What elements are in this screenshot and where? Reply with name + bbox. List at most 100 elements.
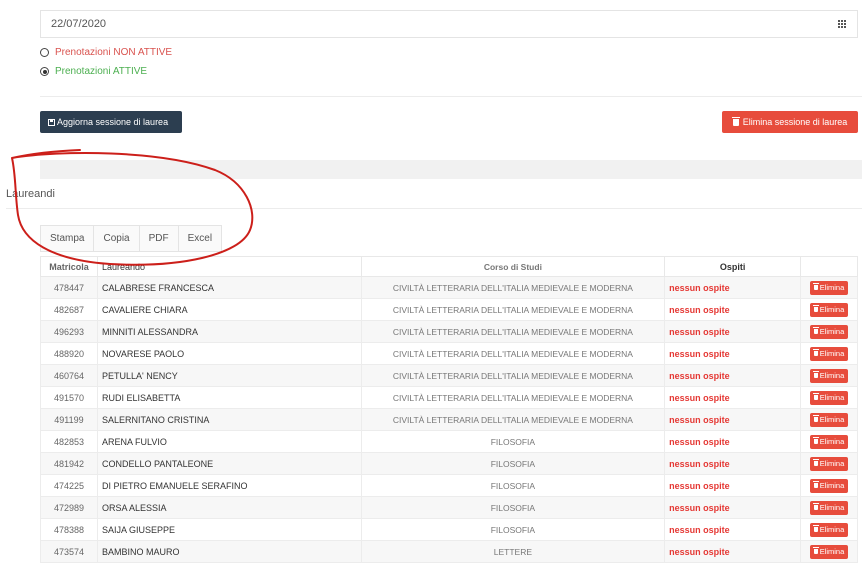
cell-ospiti[interactable]: nessun ospite xyxy=(664,474,801,497)
cell-corso: CIVILTÀ LETTERARIA DELL'ITALIA MEDIEVALE… xyxy=(360,298,666,321)
session-date-input[interactable]: 22/07/2020 xyxy=(40,10,858,38)
export-pdf-button[interactable]: PDF xyxy=(140,226,179,251)
delete-row-button[interactable]: Elimina xyxy=(809,412,849,427)
delete-row-label: Elimina xyxy=(819,305,845,314)
radio-inactive[interactable] xyxy=(40,48,49,57)
cell-actions: Elimina xyxy=(799,276,859,299)
table-header-row: Matricola Laureando Corso di Studi Ospit… xyxy=(40,256,859,277)
cell-corso: CIVILTÀ LETTERARIA DELL'ITALIA MEDIEVALE… xyxy=(360,276,666,299)
cell-ospiti[interactable]: nessun ospite xyxy=(664,540,801,563)
trash-icon xyxy=(812,327,819,334)
calendar-grid-icon[interactable] xyxy=(838,20,847,29)
delete-row-label: Elimina xyxy=(819,437,845,446)
trash-icon xyxy=(812,371,819,378)
delete-row-label: Elimina xyxy=(819,415,845,424)
cell-ospiti[interactable]: nessun ospite xyxy=(664,496,801,519)
header-matricola[interactable]: Matricola xyxy=(40,256,98,277)
cell-ospiti[interactable]: nessun ospite xyxy=(664,342,801,365)
save-icon xyxy=(48,118,55,126)
cell-matricola: 478388 xyxy=(40,518,98,541)
cell-ospiti[interactable]: nessun ospite xyxy=(664,364,801,387)
delete-row-button[interactable]: Elimina xyxy=(809,346,849,361)
delete-row-button[interactable]: Elimina xyxy=(809,500,849,515)
cell-matricola: 472989 xyxy=(40,496,98,519)
delete-row-label: Elimina xyxy=(819,349,845,358)
trash-icon xyxy=(812,415,819,422)
table-row: 482687 CAVALIERE CHIARA CIVILTÀ LETTERARIA… xyxy=(40,298,859,321)
trash-icon xyxy=(812,481,819,488)
table-row: 491570 RUDI ELISABETTA CIVILTÀ LETTERARIA … xyxy=(40,386,859,409)
delete-row-button[interactable]: Elimina xyxy=(809,368,849,383)
cell-ospiti[interactable]: nessun ospite xyxy=(664,452,801,475)
export-button-group: Stampa Copia PDF Excel xyxy=(40,225,223,252)
radio-active[interactable] xyxy=(40,67,49,76)
delete-row-button[interactable]: Elimina xyxy=(809,434,849,449)
trash-icon xyxy=(812,437,819,444)
cell-ospiti[interactable]: nessun ospite xyxy=(664,386,801,409)
trash-icon xyxy=(812,547,819,554)
delete-row-label: Elimina xyxy=(819,327,845,336)
cell-ospiti[interactable]: nessun ospite xyxy=(664,408,801,431)
header-corso[interactable]: Corso di Studi xyxy=(360,256,666,277)
cell-laureando: SAIJA GIUSEPPE xyxy=(96,518,362,541)
cell-corso: FILOSOFIA xyxy=(360,496,666,519)
table-row: 473574 BAMBINO MAURO LETTERE nessun ospite E… xyxy=(40,540,859,563)
table-row: 496293 MINNITI ALESSANDRA CIVILTÀ LETTERAR… xyxy=(40,320,859,343)
cell-matricola: 473574 xyxy=(40,540,98,563)
cell-matricola: 491570 xyxy=(40,386,98,409)
session-date-value: 22/07/2020 xyxy=(51,18,107,30)
table-row: 472989 ORSA ALESSIA FILOSOFIA nessun ospite… xyxy=(40,496,859,519)
header-laureando[interactable]: Laureando xyxy=(96,256,362,277)
delete-row-label: Elimina xyxy=(819,283,845,292)
delete-row-label: Elimina xyxy=(819,459,845,468)
export-excel-button[interactable]: Excel xyxy=(179,226,221,251)
cell-ospiti[interactable]: nessun ospite xyxy=(664,430,801,453)
export-copy-button[interactable]: Copia xyxy=(94,226,140,251)
trash-icon xyxy=(812,349,819,356)
header-ospiti[interactable]: Ospiti xyxy=(664,256,801,277)
trash-icon xyxy=(731,116,740,126)
cell-ospiti[interactable]: nessun ospite xyxy=(664,298,801,321)
table-row: 474225 DI PIETRO EMANUELE SERAFINO FILOSOF… xyxy=(40,474,859,497)
delete-row-button[interactable]: Elimina xyxy=(809,478,849,493)
delete-row-label: Elimina xyxy=(819,371,845,380)
update-session-button[interactable]: Aggiorna sessione di laurea xyxy=(40,111,182,133)
radio-active-label: Prenotazioni ATTIVE xyxy=(55,66,148,77)
table-body: 478447 CALABRESE FRANCESCA CIVILTÀ LETTERA… xyxy=(40,276,859,563)
trash-icon xyxy=(812,283,819,290)
section-header-band xyxy=(40,160,862,179)
cell-actions: Elimina xyxy=(799,474,859,497)
cell-ospiti[interactable]: nessun ospite xyxy=(664,276,801,299)
export-print-button[interactable]: Stampa xyxy=(41,226,95,251)
delete-row-label: Elimina xyxy=(819,481,845,490)
cell-corso: FILOSOFIA xyxy=(360,518,666,541)
delete-row-button[interactable]: Elimina xyxy=(809,390,849,405)
delete-session-button[interactable]: Elimina sessione di laurea xyxy=(722,111,858,133)
table-row: 491199 SALERNITANO CRISTINA CIVILTÀ LETTER… xyxy=(40,408,859,431)
cell-laureando: ORSA ALESSIA xyxy=(96,496,362,519)
cell-actions: Elimina xyxy=(799,364,859,387)
radio-option-active[interactable]: Prenotazioni ATTIVE xyxy=(40,66,147,77)
graduates-table: Matricola Laureando Corso di Studi Ospit… xyxy=(40,256,859,563)
table-row: 460764 PETULLA' NENCY CIVILTÀ LETTERARIA D… xyxy=(40,364,859,387)
cell-matricola: 496293 xyxy=(40,320,98,343)
delete-row-button[interactable]: Elimina xyxy=(809,302,849,317)
delete-row-button[interactable]: Elimina xyxy=(809,456,849,471)
delete-row-button[interactable]: Elimina xyxy=(809,280,849,295)
cell-ospiti[interactable]: nessun ospite xyxy=(664,518,801,541)
cell-corso: FILOSOFIA xyxy=(360,430,666,453)
cell-matricola: 481942 xyxy=(40,452,98,475)
cell-ospiti[interactable]: nessun ospite xyxy=(664,320,801,343)
delete-row-button[interactable]: Elimina xyxy=(809,324,849,339)
delete-row-button[interactable]: Elimina xyxy=(809,522,849,537)
cell-laureando: ARENA FULVIO xyxy=(96,430,362,453)
cell-actions: Elimina xyxy=(799,452,859,475)
radio-option-inactive[interactable]: Prenotazioni NON ATTIVE xyxy=(40,47,172,58)
cell-actions: Elimina xyxy=(799,496,859,519)
cell-corso: CIVILTÀ LETTERARIA DELL'ITALIA MEDIEVALE… xyxy=(360,320,666,343)
delete-row-button[interactable]: Elimina xyxy=(809,544,849,559)
delete-row-label: Elimina xyxy=(819,393,845,402)
section-title: Laureandi xyxy=(6,188,55,200)
cell-actions: Elimina xyxy=(799,298,859,321)
table-row: 478388 SAIJA GIUSEPPE FILOSOFIA nessun ospi… xyxy=(40,518,859,541)
